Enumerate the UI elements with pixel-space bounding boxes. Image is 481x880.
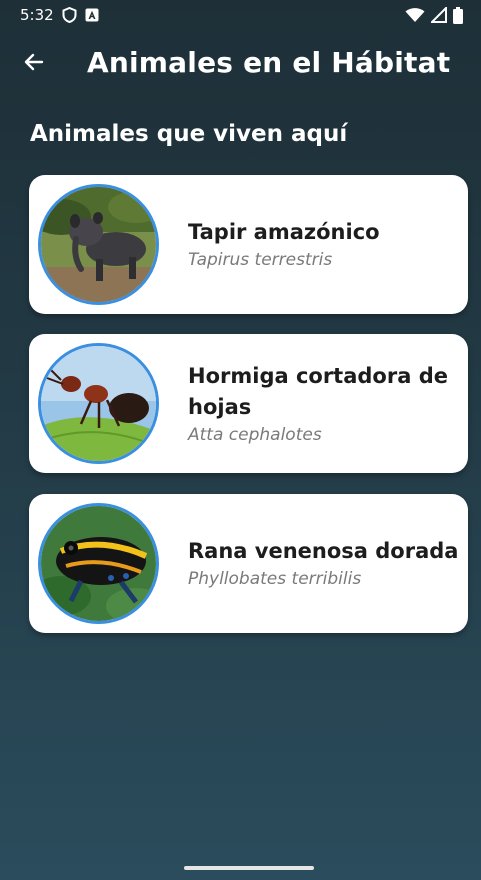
card-text: Hormiga cortadora de hojas Atta cephalot… bbox=[188, 361, 468, 447]
arrow-left-icon bbox=[24, 53, 44, 71]
status-left: 5:32 bbox=[20, 6, 99, 24]
signal-icon bbox=[431, 7, 447, 23]
shield-icon bbox=[62, 7, 77, 23]
animal-name: Tapir amazónico bbox=[188, 220, 380, 244]
wifi-icon bbox=[405, 8, 425, 22]
home-indicator[interactable] bbox=[184, 866, 314, 870]
app-notification-icon bbox=[85, 8, 99, 22]
tapir-photo bbox=[38, 184, 159, 305]
battery-icon bbox=[453, 6, 463, 24]
animal-scientific-name: Phyllobates terribilis bbox=[188, 569, 362, 589]
back-button[interactable] bbox=[10, 38, 58, 86]
app-bar: Animales en el Hábitat bbox=[0, 34, 481, 90]
card-text: Tapir amazónico Tapirus terrestris bbox=[188, 217, 380, 272]
animal-card-frog[interactable]: Rana venenosa dorada Phyllobates terribi… bbox=[29, 494, 468, 633]
status-bar: 5:32 bbox=[0, 0, 481, 30]
ant-photo bbox=[38, 343, 159, 464]
frog-photo bbox=[38, 503, 159, 624]
animal-card-tapir[interactable]: Tapir amazónico Tapirus terrestris bbox=[29, 175, 468, 314]
animal-scientific-name: Atta cephalotes bbox=[188, 424, 322, 445]
animal-name: Rana venenosa dorada bbox=[188, 539, 459, 563]
card-text: Rana venenosa dorada Phyllobates terribi… bbox=[188, 536, 458, 591]
page-title: Animales en el Hábitat bbox=[87, 45, 451, 79]
animal-name: Hormiga cortadora de hojas bbox=[188, 363, 448, 419]
section-title: Animales que viven aquí bbox=[30, 121, 348, 147]
status-time: 5:32 bbox=[20, 6, 54, 24]
animal-scientific-name: Tapirus terrestris bbox=[188, 250, 333, 270]
animal-card-ant[interactable]: Hormiga cortadora de hojas Atta cephalot… bbox=[29, 334, 468, 473]
status-right bbox=[405, 6, 463, 24]
